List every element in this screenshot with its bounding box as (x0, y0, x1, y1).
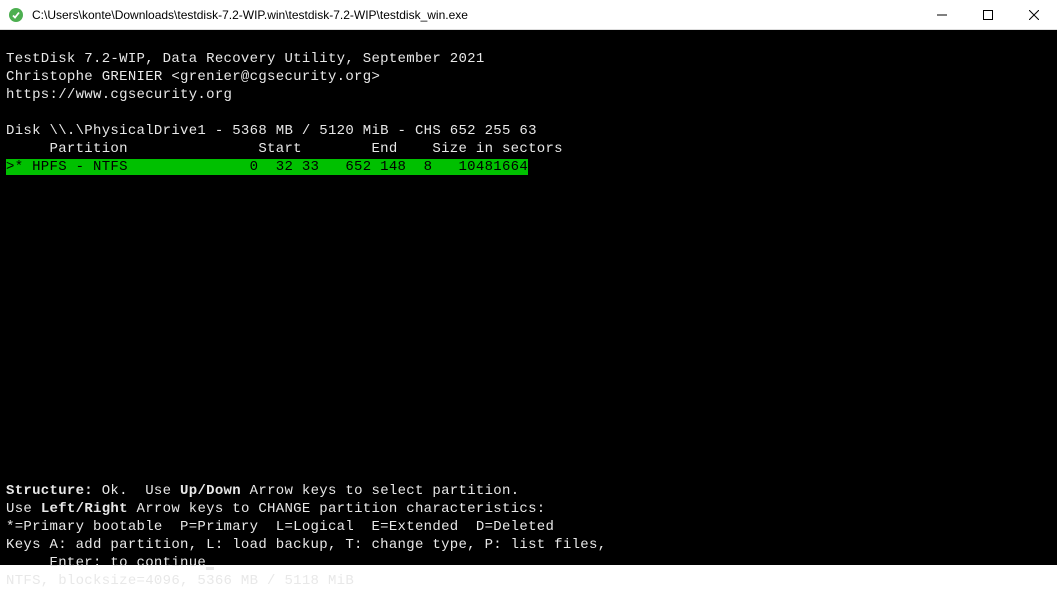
window-title: C:\Users\konte\Downloads\testdisk-7.2-WI… (32, 8, 919, 22)
maximize-button[interactable] (965, 0, 1011, 30)
header-line-2: Christophe GRENIER <grenier@cgsecurity.o… (6, 69, 380, 85)
left-right-line: Use Left/Right Arrow keys to CHANGE part… (6, 501, 546, 517)
cursor-icon (206, 567, 214, 570)
window-controls (919, 0, 1057, 29)
minimize-button[interactable] (919, 0, 965, 30)
app-icon (8, 7, 24, 23)
keys-line: Keys A: add partition, L: load backup, T… (6, 537, 606, 553)
header-line-1: TestDisk 7.2-WIP, Data Recovery Utility,… (6, 51, 485, 67)
structure-line: Structure: Ok. Use Up/Down Arrow keys to… (6, 483, 519, 499)
enter-line: Enter: to continue (6, 555, 214, 571)
close-button[interactable] (1011, 0, 1057, 30)
column-headers: Partition Start End Size in sectors (6, 141, 563, 157)
legend-line: *=Primary bootable P=Primary L=Logical E… (6, 519, 554, 535)
terminal-output[interactable]: TestDisk 7.2-WIP, Data Recovery Utility,… (0, 30, 1057, 565)
partition-row-selected[interactable]: >* HPFS - NTFS 0 32 33 652 148 8 1048166… (6, 159, 528, 175)
header-line-3: https://www.cgsecurity.org (6, 87, 232, 103)
status-line: NTFS, blocksize=4096, 5366 MB / 5118 MiB (6, 573, 354, 589)
window-titlebar: C:\Users\konte\Downloads\testdisk-7.2-WI… (0, 0, 1057, 30)
disk-info: Disk \\.\PhysicalDrive1 - 5368 MB / 5120… (6, 123, 537, 139)
